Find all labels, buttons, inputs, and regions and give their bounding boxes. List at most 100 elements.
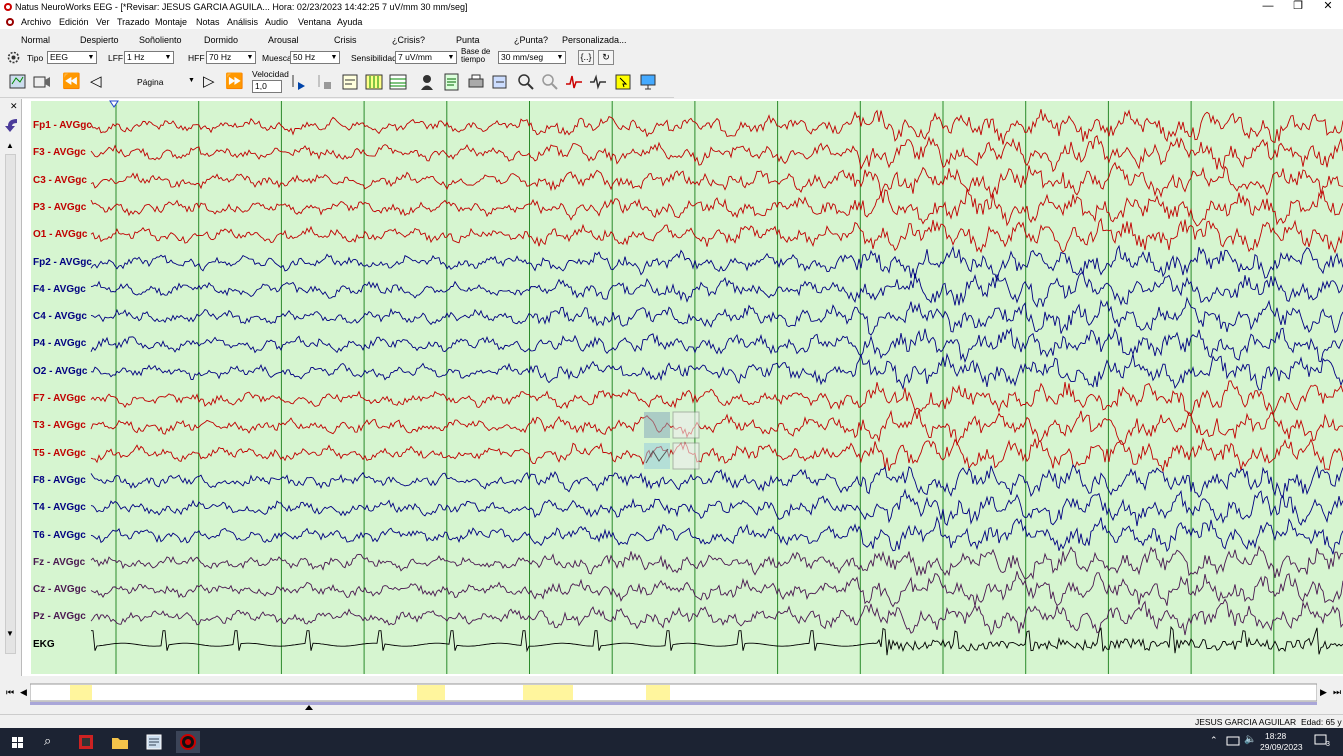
sensibilidad-select[interactable]: 7 uV/mm ▼ [395,51,457,64]
hff-select[interactable]: 70 Hz ▼ [206,51,256,64]
forward-icon[interactable]: ▷ [203,74,215,90]
channel-label[interactable]: T3 - AVGgc [33,420,86,431]
timeline-event-segment[interactable] [646,685,670,700]
export-icon[interactable] [490,72,510,92]
back-arrow-icon[interactable] [3,115,20,135]
cursor-icon[interactable] [613,72,633,92]
event-punta-button[interactable]: Punta [456,35,480,45]
menu-ayuda[interactable]: Ayuda [337,17,362,27]
patient-icon[interactable] [418,72,438,92]
menu-montaje[interactable]: Montaje [155,17,187,27]
monitor-icon[interactable] [638,72,658,92]
app-window-icon[interactable] [142,731,166,753]
event-dormido-button[interactable]: Dormido [204,35,238,45]
menu-trazado[interactable]: Trazado [117,17,150,27]
zoom-out-icon[interactable] [540,72,560,92]
timeline-position-marker[interactable] [305,705,313,710]
timeline-next-icon[interactable]: ▶ [1320,687,1327,698]
event-despierto-button[interactable]: Despierto [80,35,119,45]
channel-label[interactable]: C4 - AVGgc [33,311,87,322]
menu-edicion[interactable]: Edición [59,17,89,27]
waveform-icon[interactable] [588,72,608,92]
marker-play-icon[interactable] [290,72,310,92]
tray-chevron-icon[interactable]: ⌃ [1210,735,1218,746]
channel-label[interactable]: F4 - AVGgc [33,284,86,295]
channel-label[interactable]: Pz - AVGgc [33,611,86,622]
timeline-prev-icon[interactable]: ◀ [20,687,27,698]
event-somnoliento-button[interactable]: Soñoliento [139,35,182,45]
lff-select[interactable]: 1 Hz ▼ [124,51,174,64]
braces-button[interactable]: {..} [578,50,594,65]
channel-label[interactable]: EKG [33,639,55,650]
timeline-end-icon[interactable]: ⏭ [1333,687,1341,698]
menu-analisis[interactable]: Análisis [227,17,258,27]
record-icon[interactable] [8,72,28,92]
volume-icon[interactable]: 🔈 [1244,734,1256,745]
channel-label[interactable]: T6 - AVGgc [33,530,86,541]
pagina-dropdown-icon[interactable]: ▼ [188,77,195,84]
grid-icon[interactable] [388,72,408,92]
channel-label[interactable]: Cz - AVGgc [33,584,86,595]
channel-label[interactable]: F7 - AVGgc [33,393,86,404]
annotation-icon[interactable] [340,72,360,92]
channel-label[interactable]: O1 - AVGgc [33,229,87,240]
muesca-select[interactable]: 50 Hz ▼ [290,51,340,64]
velocidad-spinner[interactable]: 1,0 [252,80,282,93]
timeline-event-segment[interactable] [70,685,92,700]
back-icon[interactable]: ◁ [90,74,102,90]
menu-audio[interactable]: Audio [265,17,288,27]
timeline-track[interactable] [30,682,1317,710]
event-personalizada-button[interactable]: Personalizada... [562,35,627,45]
montage-icon[interactable] [364,72,384,92]
event-punta-question-button[interactable]: ¿Punta? [514,35,548,45]
gear-icon[interactable] [7,51,20,64]
refresh-button[interactable]: ↻ [598,50,614,65]
base-tiempo-select[interactable]: 30 mm/seg ▼ [498,51,566,64]
timeline-navigator[interactable]: ⏮ ◀ ▶ ⏭ [0,679,1343,714]
left-vertical-scrollbar[interactable]: ✕ ▲ ▼ [0,99,22,676]
file-explorer-icon[interactable] [108,731,132,753]
menu-notas[interactable]: Notas [196,17,220,27]
channel-label[interactable]: T5 - AVGgc [33,448,86,459]
channel-label[interactable]: Fp2 - AVGgc [33,257,92,268]
timeline-event-segment[interactable] [523,685,573,700]
menu-ventana[interactable]: Ventana [298,17,331,27]
event-arousal-button[interactable]: Arousal [268,35,299,45]
scroll-up-icon[interactable]: ▲ [6,141,14,150]
report-icon[interactable] [442,72,462,92]
channel-label[interactable]: P4 - AVGgc [33,338,86,349]
fast-forward-icon[interactable]: ⏩ [225,74,244,90]
eeg-plot[interactable]: Fp1 - AVGgc F3 - AVGgc C3 - AVGgc P3 - AVGg… [31,100,1343,674]
channel-label[interactable]: Fz - AVGgc [33,557,85,568]
neuroworks-taskbar-icon[interactable] [176,731,200,753]
scroll-down-icon[interactable]: ▼ [6,629,14,638]
close-button[interactable]: ✕ [1313,0,1343,15]
channel-label[interactable]: F8 - AVGgc [33,475,86,486]
restore-button[interactable]: ❐ [1283,0,1313,15]
cursor-marker-icon[interactable] [109,100,119,108]
windows-start-icon[interactable] [6,731,30,753]
app-red-icon[interactable] [74,731,98,753]
tipo-select[interactable]: EEG ▼ [47,51,97,64]
video-icon[interactable] [32,72,52,92]
channel-label[interactable]: C3 - AVGgc [33,175,87,186]
marker-stop-icon[interactable] [315,72,335,92]
print-icon[interactable] [466,72,486,92]
event-normal-button[interactable]: Normal [21,35,50,45]
search-icon[interactable]: ⌕ [44,734,51,748]
scroll-track[interactable] [5,154,16,654]
channel-label[interactable]: T4 - AVGgc [33,502,86,513]
timeline-event-segment[interactable] [417,685,445,700]
menu-archivo[interactable]: Archivo [21,17,51,27]
channel-label[interactable]: P3 - AVGgc [33,202,86,213]
minimize-button[interactable]: — [1253,0,1283,15]
channel-label[interactable]: O2 - AVGgc [33,366,87,377]
close-pane-icon[interactable]: ✕ [10,101,18,112]
event-crisis-question-button[interactable]: ¿Crisis? [392,35,425,45]
network-icon[interactable] [1226,735,1240,747]
spike-detect-icon[interactable] [564,72,584,92]
rewind-icon[interactable]: ⏪ [62,74,81,90]
menu-ver[interactable]: Ver [96,17,110,27]
channel-label[interactable]: F3 - AVGgc [33,147,86,158]
timeline-start-icon[interactable]: ⏮ [6,687,14,698]
